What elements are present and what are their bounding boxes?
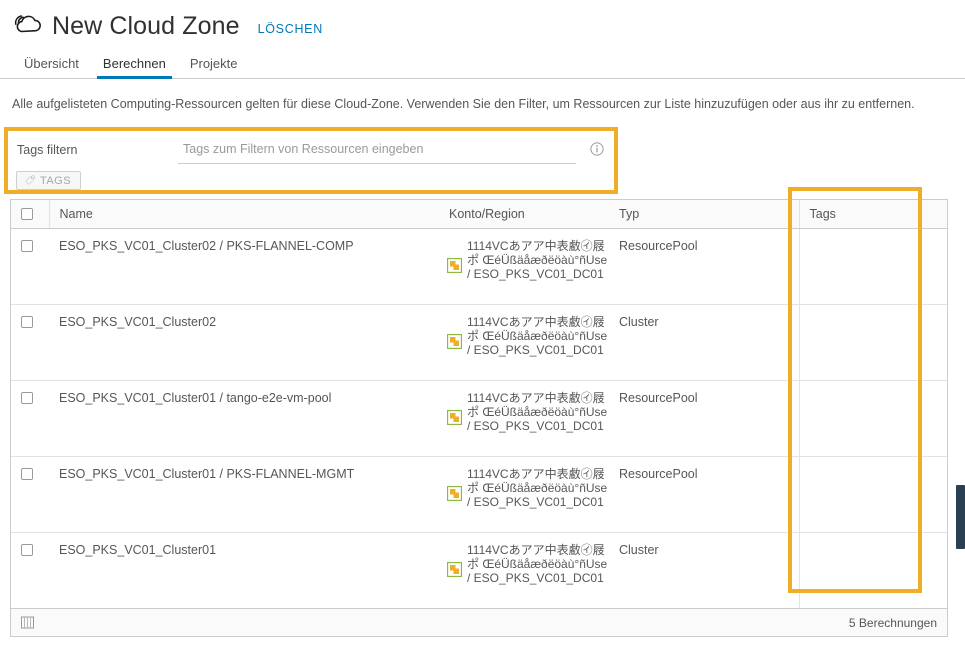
tab-projekte[interactable]: Projekte xyxy=(178,56,250,78)
row-konto-region: 1114VCあアア中表䲣㋑屐ポ ŒéÜßäåæðëöàù°ñUse / ESO_… xyxy=(439,456,609,533)
row-checkbox[interactable] xyxy=(21,315,33,328)
tags-button-label: TAGS xyxy=(39,174,72,187)
row-konto-text: 1114VCあアア中表䲣㋑屐ポ ŒéÜßäåæðëöàù°ñUse / ESO_… xyxy=(467,466,608,509)
tab-uebersicht[interactable]: Übersicht xyxy=(12,56,91,78)
resources-table: Name Konto/Region Typ Tags ESO_PKS_VC01_… xyxy=(10,199,948,609)
row-checkbox[interactable] xyxy=(21,467,33,480)
row-konto-region: 1114VCあアア中表䲣㋑屐ポ ŒéÜßäåæðëöàù°ñUse / ESO_… xyxy=(439,228,609,305)
tag-icon: 🏷 xyxy=(24,175,36,185)
row-tags xyxy=(798,304,947,381)
row-name: ESO_PKS_VC01_Cluster02 / PKS-FLANNEL-COM… xyxy=(49,228,439,305)
table-row[interactable]: ESO_PKS_VC01_Cluster01 / PKS-FLANNEL-MGM… xyxy=(11,456,947,533)
row-typ: Cluster xyxy=(619,542,659,557)
tag-filter-panel: Tags filtern 🏷 TAGS xyxy=(4,127,618,194)
resource-count-label: 5 Berechnungen xyxy=(848,615,937,630)
tag-filter-input[interactable] xyxy=(178,139,576,160)
row-checkbox[interactable] xyxy=(21,239,33,252)
row-select-cell xyxy=(11,532,49,608)
table-row[interactable]: ESO_PKS_VC01_Cluster01 1114VCあアア中表䲣㋑屐ポ Œ… xyxy=(11,532,947,608)
row-name: ESO_PKS_VC01_Cluster02 xyxy=(49,304,439,381)
row-select-cell xyxy=(11,456,49,533)
info-circle-icon[interactable] xyxy=(590,142,604,156)
row-tags xyxy=(798,380,947,457)
tags-button[interactable]: 🏷 TAGS xyxy=(16,171,82,190)
row-konto-region: 1114VCあアア中表䲣㋑屐ポ ŒéÜßäåæðëöàù°ñUse / ESO_… xyxy=(439,304,609,381)
row-typ: ResourcePool xyxy=(609,380,799,457)
row-typ: Cluster xyxy=(609,304,799,381)
column-header-konto-region[interactable]: Konto/Region xyxy=(439,200,609,229)
row-select-cell xyxy=(11,304,49,381)
row-konto-text: 1114VCあアア中表䲣㋑屐ポ ŒéÜßäåæðëöàù°ñUse / ESO_… xyxy=(467,238,608,281)
row-checkbox[interactable] xyxy=(21,391,33,404)
row-tags xyxy=(798,456,947,533)
column-settings-icon[interactable] xyxy=(21,616,34,629)
copy-resource-icon xyxy=(446,561,463,577)
vertical-scrollbar-track[interactable] xyxy=(956,199,965,609)
row-konto-region: 1114VCあアア中表䲣㋑屐ポ ŒéÜßäåæðëöàù°ñUse / ESO_… xyxy=(439,532,609,608)
row-typ: ResourcePool xyxy=(609,228,799,305)
row-tags xyxy=(798,532,947,608)
row-konto-region: 1114VCあアア中表䲣㋑屐ポ ŒéÜßäåæðëöàù°ñUse / ESO_… xyxy=(439,380,609,457)
row-checkbox[interactable] xyxy=(21,543,33,556)
table-row[interactable]: ESO_PKS_VC01_Cluster02 1114VCあアア中表䲣㋑屐ポ Œ… xyxy=(11,304,947,381)
page-description: Alle aufgelisteten Computing-Ressourcen … xyxy=(12,97,915,111)
vertical-scrollbar-thumb[interactable] xyxy=(956,485,965,549)
copy-resource-icon xyxy=(446,257,463,273)
copy-resource-icon xyxy=(446,485,463,501)
row-select-cell xyxy=(11,380,49,457)
column-header-tags[interactable]: Tags xyxy=(798,200,947,229)
tag-filter-input-zone xyxy=(178,139,576,164)
row-konto-text: 1114VCあアア中表䲣㋑屐ポ ŒéÜßäåæðëöàù°ñUse / ESO_… xyxy=(467,542,608,585)
row-konto-text: 1114VCあアア中表䲣㋑屐ポ ŒéÜßäåæðëöàù°ñUse / ESO_… xyxy=(467,314,608,357)
table-row[interactable]: ESO_PKS_VC01_Cluster01 / tango-e2e-vm-po… xyxy=(11,380,947,457)
cloud-icon xyxy=(12,13,44,39)
column-header-typ[interactable]: Typ xyxy=(609,200,799,229)
column-header-name[interactable]: Name xyxy=(49,200,439,229)
row-name: ESO_PKS_VC01_Cluster01 / tango-e2e-vm-po… xyxy=(49,380,439,457)
tab-berechnen[interactable]: Berechnen xyxy=(91,56,178,79)
cloud-zone-page: New Cloud Zone LÖSCHEN Übersicht Berechn… xyxy=(0,0,965,648)
row-tags xyxy=(798,228,947,305)
page-header: New Cloud Zone LÖSCHEN xyxy=(0,0,965,42)
delete-button[interactable]: LÖSCHEN xyxy=(258,16,323,36)
row-name: ESO_PKS_VC01_Cluster01 xyxy=(59,542,217,557)
select-all-header xyxy=(11,200,50,229)
select-all-checkbox[interactable] xyxy=(21,207,33,220)
table-footer: 5 Berechnungen xyxy=(10,609,948,637)
copy-resource-icon xyxy=(446,409,463,425)
table-header-row: Name Konto/Region Typ Tags xyxy=(11,200,947,229)
table-body: ESO_PKS_VC01_Cluster02 / PKS-FLANNEL-COM… xyxy=(11,228,947,608)
page-title: New Cloud Zone xyxy=(52,11,240,40)
row-konto-text: 1114VCあアア中表䲣㋑屐ポ ŒéÜßäåæðëöàù°ñUse / ESO_… xyxy=(467,390,608,433)
row-select-cell xyxy=(11,228,49,305)
table-row[interactable]: ESO_PKS_VC01_Cluster02 / PKS-FLANNEL-COM… xyxy=(11,228,947,305)
tag-filter-label: Tags filtern xyxy=(17,143,78,157)
row-name: ESO_PKS_VC01_Cluster01 / PKS-FLANNEL-MGM… xyxy=(49,456,439,533)
copy-resource-icon xyxy=(446,333,463,349)
row-typ: ResourcePool xyxy=(609,456,799,533)
tab-bar: Übersicht Berechnen Projekte xyxy=(0,48,965,79)
